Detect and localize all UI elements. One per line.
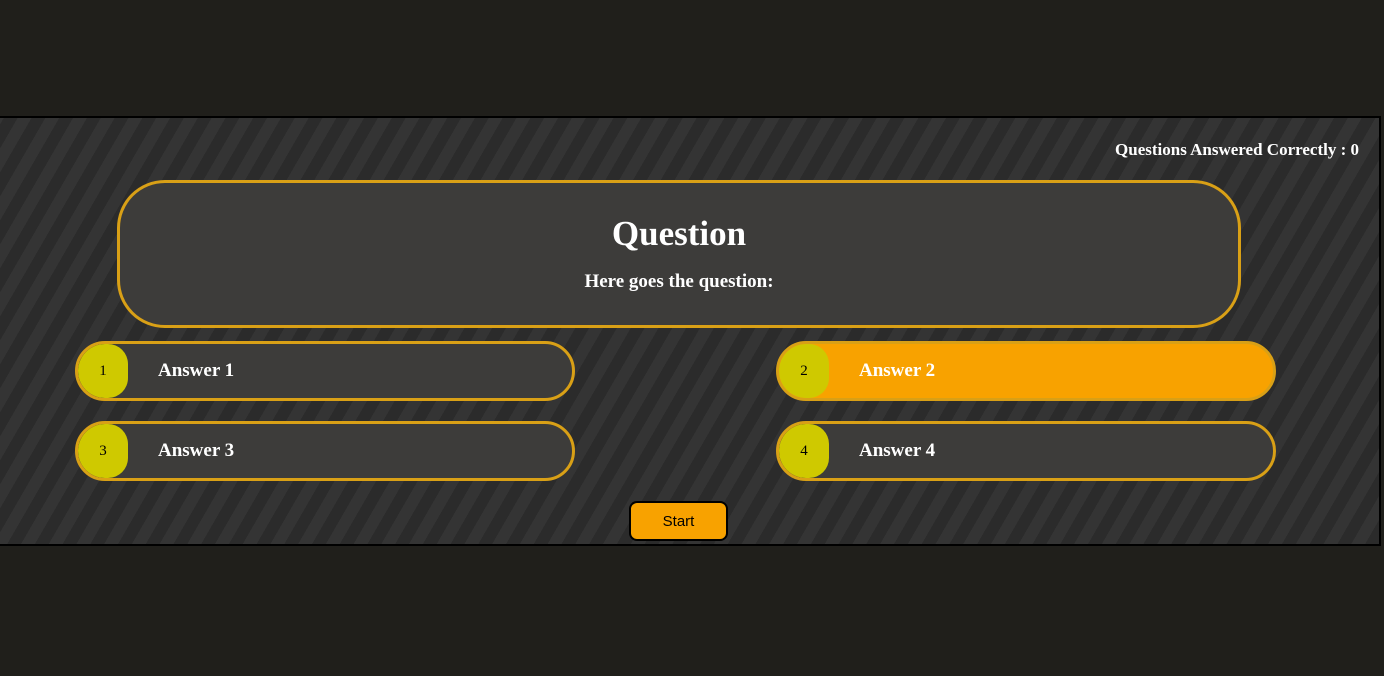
score-display: Questions Answered Correctly : 0 xyxy=(1115,140,1359,159)
start-button[interactable]: Start xyxy=(629,501,728,541)
question-title: Question xyxy=(611,214,747,253)
answer-option-4[interactable]: 4 Answer 4 xyxy=(776,421,1276,481)
answer-number-badge: 2 xyxy=(779,344,829,398)
answer-option-3[interactable]: 3 Answer 3 xyxy=(75,421,575,481)
answer-label: Answer 2 xyxy=(859,360,936,381)
question-card: Question Here goes the question: xyxy=(117,180,1241,328)
answer-label: Answer 4 xyxy=(859,440,936,461)
answer-label: Answer 1 xyxy=(158,360,235,381)
answer-option-2[interactable]: 2 Answer 2 xyxy=(776,341,1276,401)
answer-label: Answer 3 xyxy=(158,440,235,461)
quiz-panel: Questions Answered Correctly : 0 Questio… xyxy=(0,116,1381,546)
question-text: Here goes the question: xyxy=(584,271,774,292)
answer-number-badge: 3 xyxy=(78,424,128,478)
answer-number-badge: 1 xyxy=(78,344,128,398)
answer-option-1[interactable]: 1 Answer 1 xyxy=(75,341,575,401)
answer-number-badge: 4 xyxy=(779,424,829,478)
